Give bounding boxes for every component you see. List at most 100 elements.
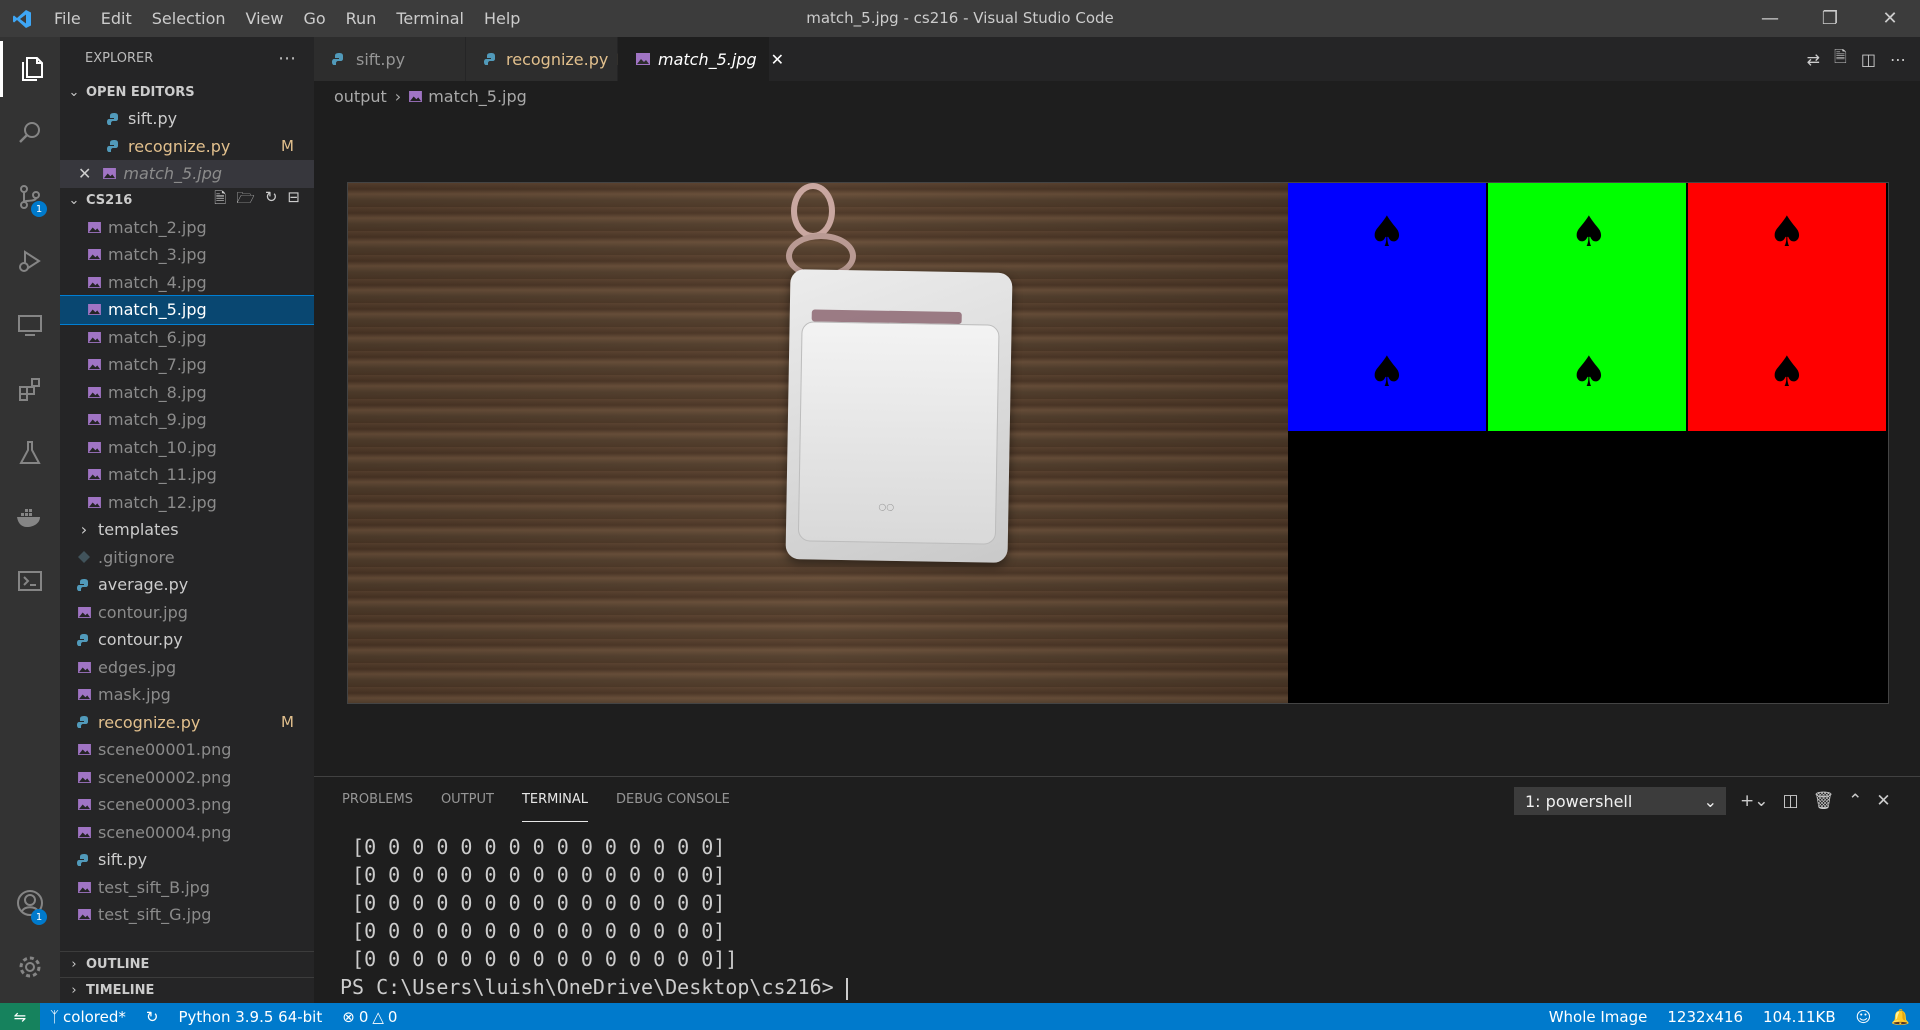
menu-edit[interactable]: Edit: [91, 0, 142, 37]
zoom-status[interactable]: Whole Image: [1539, 1008, 1658, 1026]
explorer-activity[interactable]: [0, 41, 60, 97]
file-tree-item[interactable]: scene00002.png: [60, 764, 314, 792]
file-tree-item[interactable]: match_3.jpg: [60, 241, 314, 269]
tab-problems[interactable]: PROBLEMS: [342, 777, 413, 823]
breadcrumb-file[interactable]: match_5.jpg: [428, 87, 527, 106]
manage-activity[interactable]: [0, 939, 60, 995]
terminal-prompt: PS C:\Users\luish\OneDrive\Desktop\cs216…: [340, 975, 846, 999]
open-editors-section[interactable]: ⌄ OPEN EDITORS: [60, 79, 314, 105]
menu-run[interactable]: Run: [336, 0, 387, 37]
file-tree-item[interactable]: contour.py: [60, 626, 314, 654]
file-tree-item[interactable]: match_7.jpg: [60, 351, 314, 379]
file-tree-item[interactable]: match_11.jpg: [60, 461, 314, 489]
terminal-activity[interactable]: [0, 553, 60, 609]
close-tab-icon[interactable]: ✕: [771, 50, 784, 69]
file-name: match_8.jpg: [108, 382, 207, 402]
file-tree-item[interactable]: edges.jpg: [60, 654, 314, 682]
refresh-icon[interactable]: ↻: [265, 188, 278, 213]
menu-terminal[interactable]: Terminal: [386, 0, 474, 37]
file-tree-item[interactable]: contour.jpg: [60, 599, 314, 627]
tab-match-5-jpg[interactable]: match_5.jpg ✕: [618, 37, 784, 81]
restore-button[interactable]: ❐: [1800, 0, 1860, 37]
file-tree-item[interactable]: scene00004.png: [60, 819, 314, 847]
file-tree-item[interactable]: scene00003.png: [60, 791, 314, 819]
minimize-button[interactable]: —: [1740, 0, 1800, 37]
file-tree-item[interactable]: .gitignore: [60, 544, 314, 572]
breadcrumb-folder[interactable]: output: [334, 87, 387, 106]
split-editor-icon[interactable]: ◫: [1861, 50, 1876, 69]
image-file-icon: [86, 219, 102, 235]
more-actions-icon[interactable]: ⋯: [278, 48, 296, 69]
run-debug-activity[interactable]: [0, 233, 60, 289]
file-tree-item[interactable]: average.py: [60, 571, 314, 599]
keyring-clip: [791, 183, 835, 239]
file-tree-item[interactable]: match_4.jpg: [60, 269, 314, 297]
file-tree-item[interactable]: match_2.jpg: [60, 214, 314, 242]
python-interpreter[interactable]: Python 3.9.5 64-bit: [168, 1008, 332, 1026]
open-editor-item[interactable]: recognize.py M: [60, 133, 314, 161]
file-name: scene00004.png: [98, 822, 232, 842]
chevron-down-icon: ⌄: [68, 84, 80, 100]
file-tree-item[interactable]: match_12.jpg: [60, 489, 314, 517]
timeline-section[interactable]: › TIMELINE: [60, 977, 314, 1003]
extensions-activity[interactable]: [0, 361, 60, 417]
folder-section[interactable]: ⌄ CS216 🗎 🗁 ↻ ⊟: [60, 188, 314, 214]
menu-help[interactable]: Help: [474, 0, 530, 37]
docker-activity[interactable]: [0, 489, 60, 545]
menu-file[interactable]: File: [44, 0, 91, 37]
file-tree-item[interactable]: match_8.jpg: [60, 379, 314, 407]
sync-status[interactable]: ↻: [136, 1008, 169, 1026]
menu-go[interactable]: Go: [293, 0, 335, 37]
branch-name: colored*: [63, 1007, 126, 1026]
tab-sift-py[interactable]: sift.py: [314, 37, 466, 81]
file-tree-item[interactable]: test_sift_G.jpg: [60, 901, 314, 929]
close-editor-icon[interactable]: ✕: [78, 164, 91, 183]
file-tree-item[interactable]: match_5.jpg: [60, 295, 314, 325]
maximize-panel-icon[interactable]: ⌃: [1848, 791, 1862, 811]
split-terminal-icon[interactable]: ◫: [1783, 791, 1799, 811]
more-actions-icon[interactable]: ⋯: [1890, 50, 1906, 69]
trash-icon[interactable]: 🗑: [1813, 791, 1835, 811]
file-name: match_10.jpg: [108, 437, 217, 457]
terminal-output[interactable]: [0 0 0 0 0 0 0 0 0 0 0 0 0 0 0] [0 0 0 0…: [340, 833, 848, 1001]
tab-recognize-py[interactable]: recognize.py M: [466, 37, 630, 81]
open-preview-icon[interactable]: 🗎: [1834, 46, 1847, 73]
new-folder-icon[interactable]: 🗁: [236, 188, 255, 213]
tab-output[interactable]: OUTPUT: [441, 777, 494, 823]
menu-view[interactable]: View: [236, 0, 294, 37]
remote-explorer-activity[interactable]: [0, 297, 60, 353]
open-editor-item[interactable]: ✕ match_5.jpg: [60, 160, 314, 188]
menu-selection[interactable]: Selection: [142, 0, 236, 37]
remote-icon: ⇋: [13, 1007, 27, 1026]
tab-terminal[interactable]: TERMINAL: [521, 778, 589, 822]
compare-icon[interactable]: ⇄: [1807, 50, 1820, 69]
accounts-activity[interactable]: 1: [0, 875, 60, 931]
open-editor-item[interactable]: sift.py: [60, 105, 314, 133]
search-activity[interactable]: [0, 105, 60, 161]
source-control-activity[interactable]: 1: [0, 169, 60, 225]
notifications-status[interactable]: 🔔: [1881, 1008, 1920, 1026]
remote-indicator[interactable]: ⇋: [0, 1003, 40, 1030]
file-tree-item[interactable]: test_sift_B.jpg: [60, 874, 314, 902]
new-terminal-icon[interactable]: +⌄: [1740, 791, 1769, 811]
file-tree-item[interactable]: mask.jpg: [60, 681, 314, 709]
terminal-select[interactable]: 1: powershell ⌄: [1514, 787, 1726, 815]
branch-status[interactable]: ᛉ colored*: [40, 1008, 136, 1026]
testing-activity[interactable]: [0, 425, 60, 481]
outline-section[interactable]: › OUTLINE: [60, 951, 314, 977]
close-window-button[interactable]: ✕: [1860, 0, 1920, 37]
new-file-icon[interactable]: 🗎: [214, 188, 226, 213]
tab-debug-console[interactable]: DEBUG CONSOLE: [616, 777, 730, 823]
collapse-all-icon[interactable]: ⊟: [287, 188, 300, 213]
file-tree-item[interactable]: sift.py: [60, 846, 314, 874]
file-tree-item[interactable]: scene00001.png: [60, 736, 314, 764]
image-preview[interactable]: ○○ ♠ ♠ ♠ ♠ ♠ ♠: [347, 182, 1889, 704]
file-tree-item[interactable]: match_9.jpg: [60, 406, 314, 434]
problems-status[interactable]: ⊗ 0 △ 0: [332, 1008, 407, 1026]
file-tree-item[interactable]: recognize.py M: [60, 709, 314, 737]
folder-item[interactable]: › templates: [60, 516, 314, 544]
file-tree-item[interactable]: match_6.jpg: [60, 324, 314, 352]
file-tree-item[interactable]: match_10.jpg: [60, 434, 314, 462]
close-panel-icon[interactable]: ✕: [1876, 791, 1890, 811]
feedback-status[interactable]: ☺: [1846, 1008, 1882, 1026]
